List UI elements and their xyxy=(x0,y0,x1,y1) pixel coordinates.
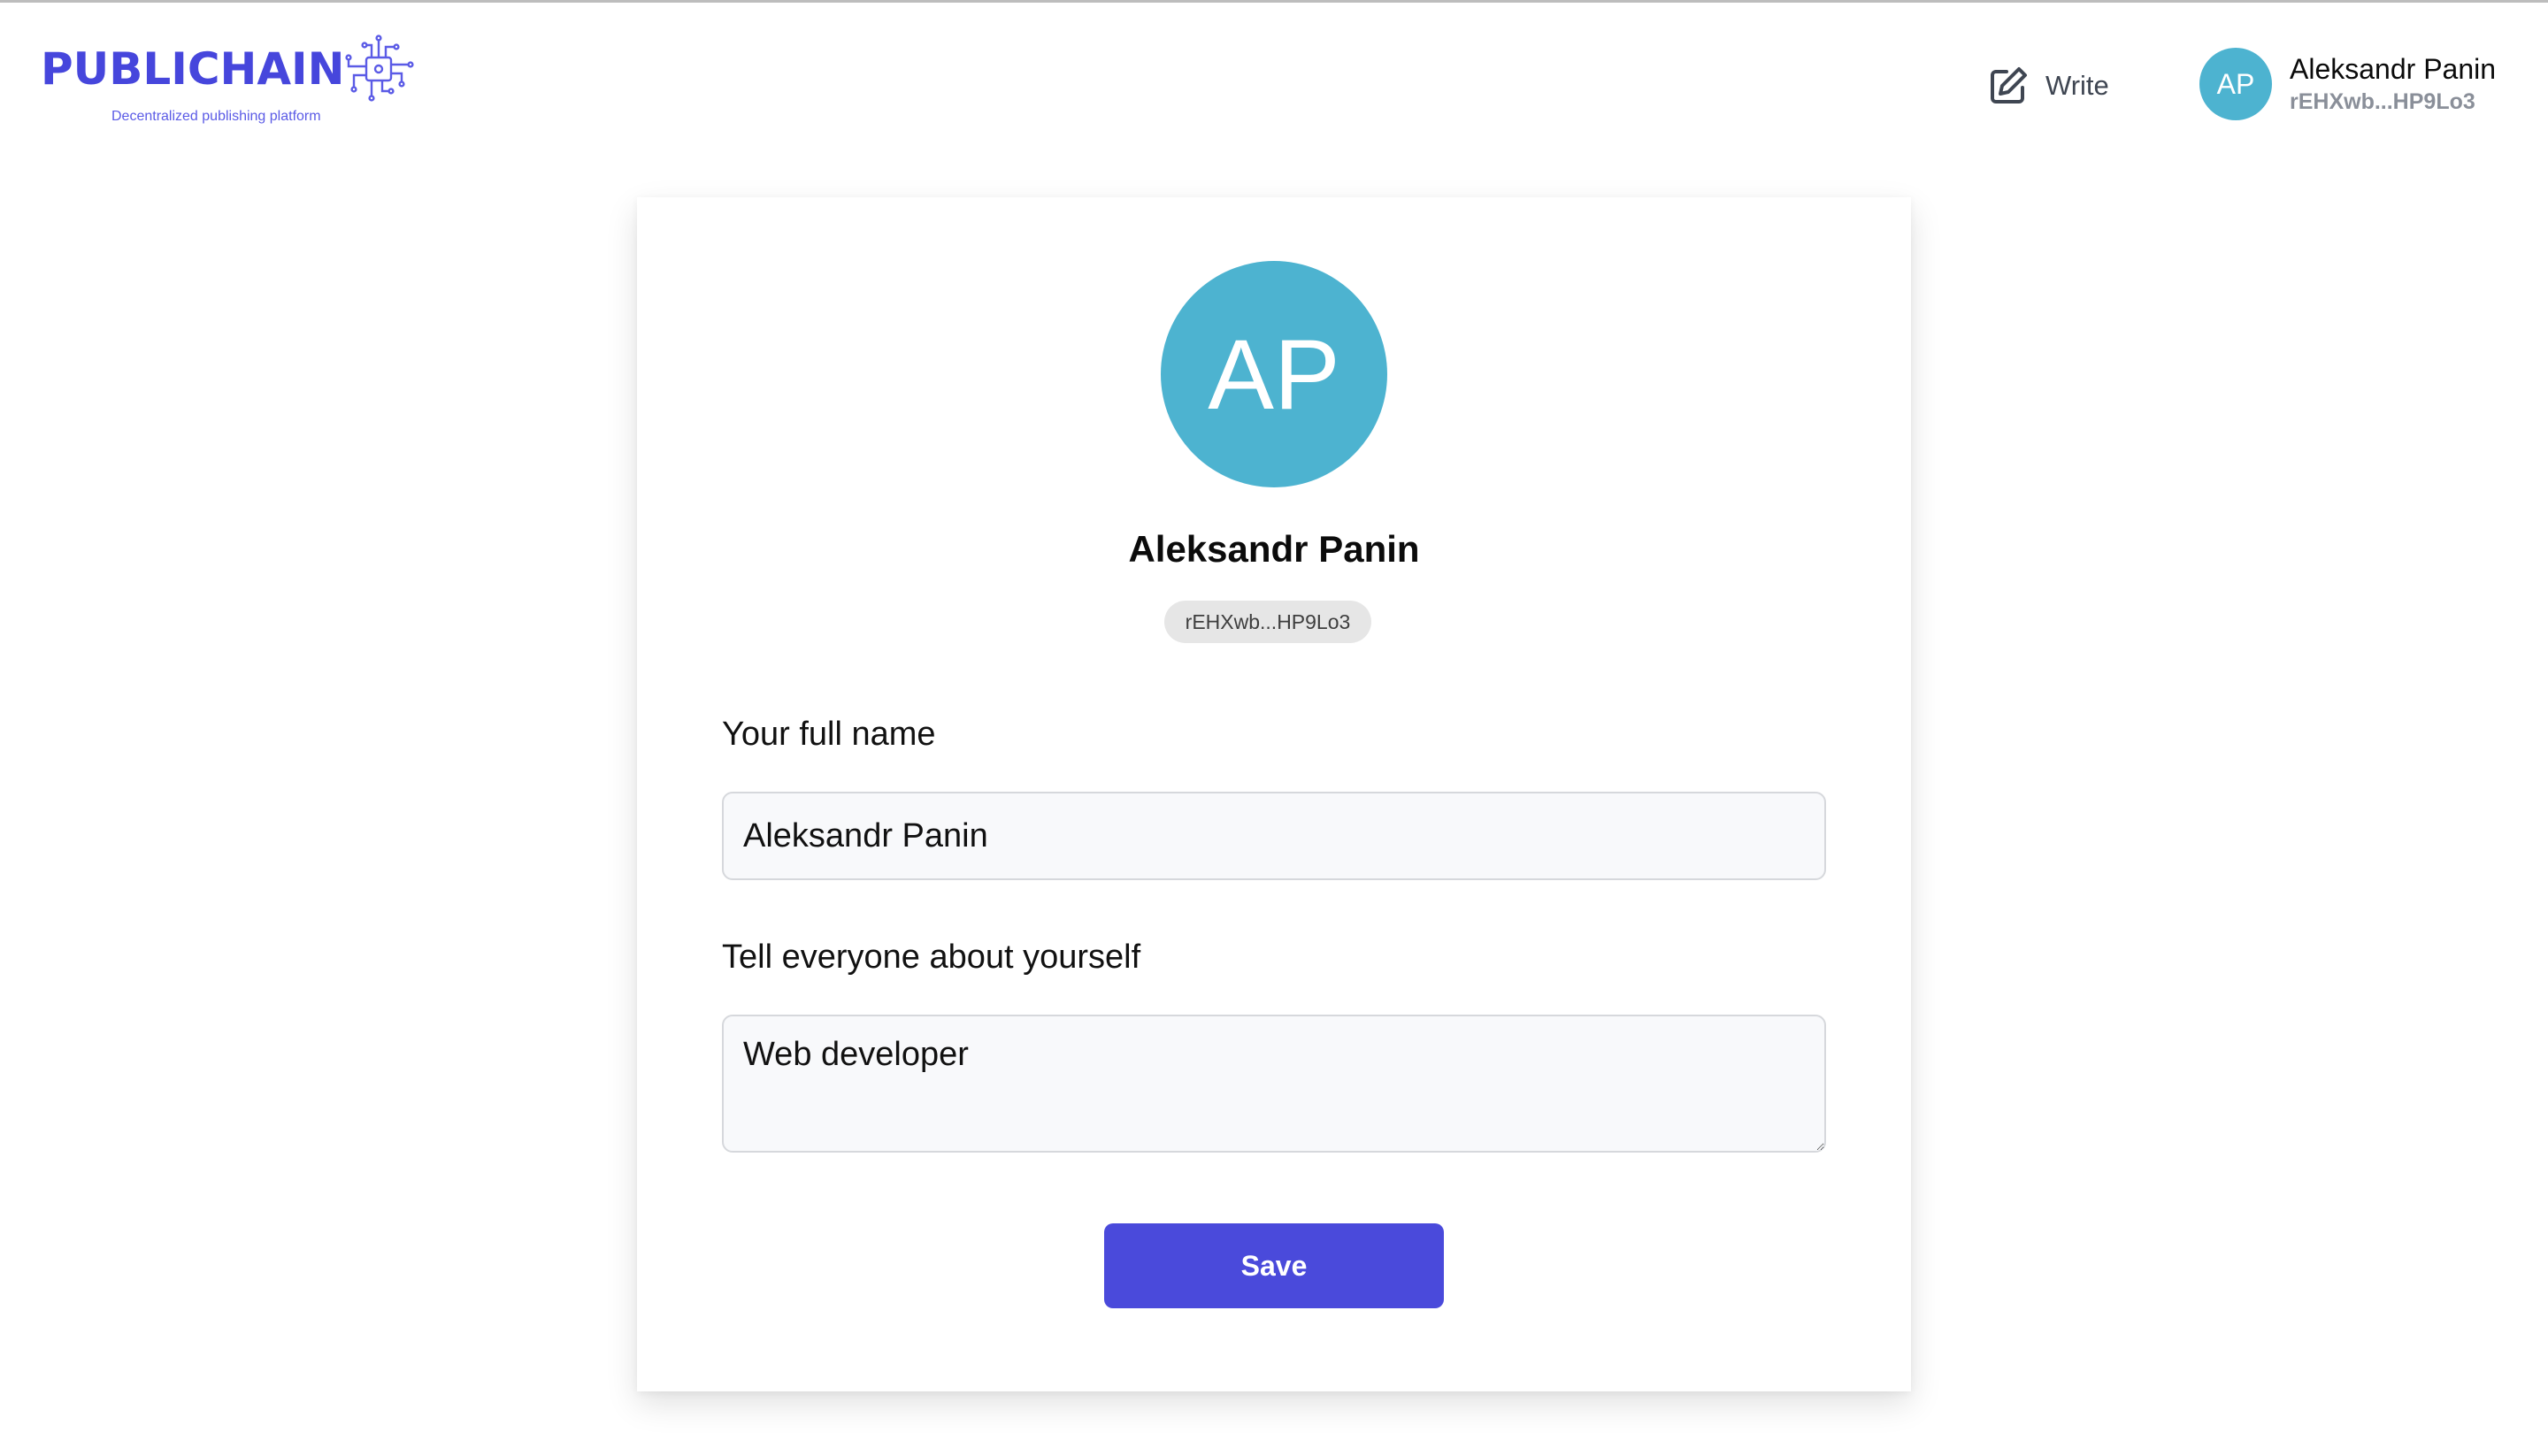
user-menu[interactable]: AP Aleksandr Panin rEHXwb...HP9Lo3 xyxy=(2199,47,2496,121)
avatar: AP xyxy=(2199,48,2272,120)
bio-textarea[interactable]: Web developer xyxy=(722,1015,1826,1153)
header: PUBLICHAIN Decentralized publishing plat… xyxy=(0,3,2548,162)
profile-card: AP Aleksandr Panin rEHXwb...HP9Lo3 Your … xyxy=(637,197,1911,1391)
save-button[interactable]: Save xyxy=(1104,1223,1444,1308)
full-name-label: Your full name xyxy=(722,716,936,753)
full-name-input[interactable] xyxy=(722,792,1826,880)
write-button[interactable]: Write xyxy=(1987,61,2109,111)
write-label: Write xyxy=(2045,70,2109,101)
user-name: Aleksandr Panin xyxy=(2290,53,2497,85)
profile-name: Aleksandr Panin xyxy=(1128,528,1420,570)
logo-tagline: Decentralized publishing platform xyxy=(111,109,321,124)
profile-avatar: AP xyxy=(1161,261,1387,487)
address-badge: rEHXwb...HP9Lo3 xyxy=(1164,601,1371,643)
bio-label: Tell everyone about yourself xyxy=(722,939,1141,976)
logo-text: PUBLICHAIN xyxy=(41,43,345,95)
user-address: rEHXwb...HP9Lo3 xyxy=(2290,89,2475,114)
circuit-chip-icon xyxy=(345,34,414,102)
pencil-square-icon xyxy=(1991,67,2027,103)
logo[interactable]: PUBLICHAIN Decentralized publishing plat… xyxy=(41,34,421,132)
user-info: Aleksandr Panin rEHXwb...HP9Lo3 xyxy=(2290,53,2496,115)
